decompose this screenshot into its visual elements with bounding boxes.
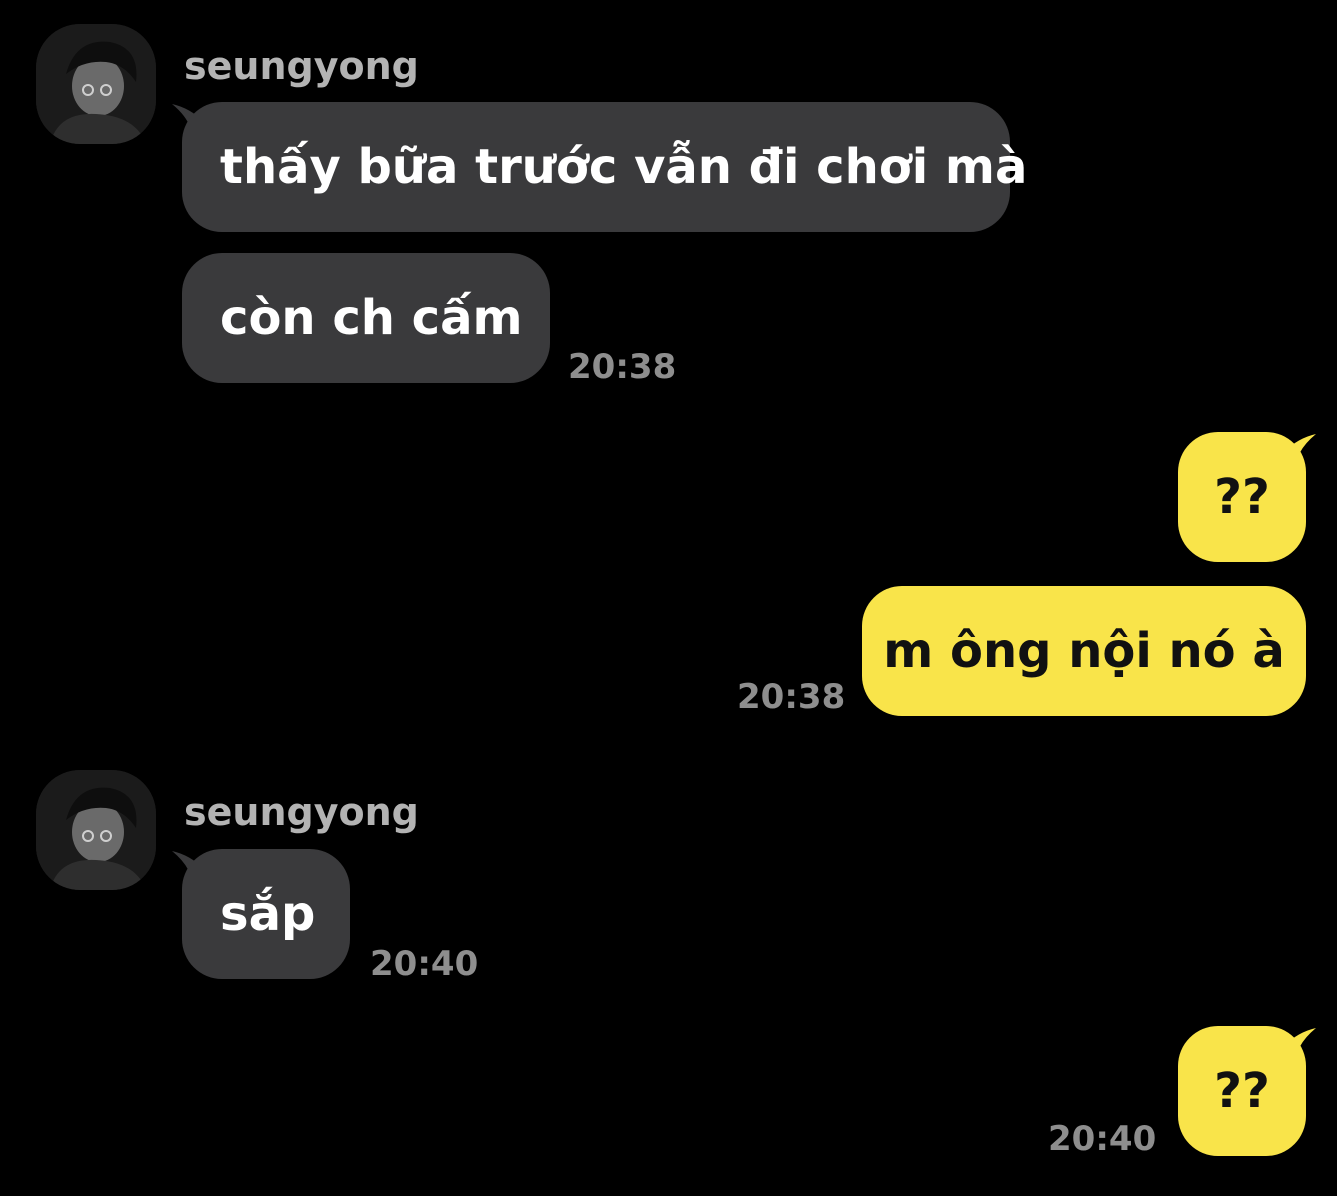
message-text: ??: [1214, 1063, 1270, 1119]
sender-name: seungyong: [184, 790, 419, 834]
avatar[interactable]: [36, 24, 156, 144]
message-text: thấy bữa trước vẫn đi chơi mà: [220, 139, 1028, 195]
incoming-message-bubble[interactable]: sắp: [182, 849, 350, 979]
message-timestamp: 20:40: [1048, 1119, 1157, 1159]
incoming-message-bubble[interactable]: thấy bữa trước vẫn đi chơi mà: [182, 102, 1027, 232]
avatar[interactable]: [36, 770, 156, 890]
profile-photo-icon: [36, 770, 156, 890]
incoming-message-bubble[interactable]: còn ch cấm: [182, 253, 550, 383]
message-timestamp: 20:38: [568, 347, 677, 387]
profile-photo-icon: [36, 24, 156, 144]
outgoing-message-bubble[interactable]: ??: [1178, 432, 1306, 562]
outgoing-message-bubble[interactable]: m ông nội nó à: [862, 586, 1306, 716]
message-text: ??: [1214, 469, 1270, 525]
outgoing-message-bubble[interactable]: ??: [1178, 1026, 1306, 1156]
sender-name: seungyong: [184, 44, 419, 88]
message-timestamp: 20:40: [370, 944, 479, 984]
message-timestamp: 20:38: [737, 677, 846, 717]
message-text: còn ch cấm: [220, 290, 523, 346]
message-text: sắp: [220, 886, 316, 942]
message-text: m ông nội nó à: [883, 623, 1285, 679]
